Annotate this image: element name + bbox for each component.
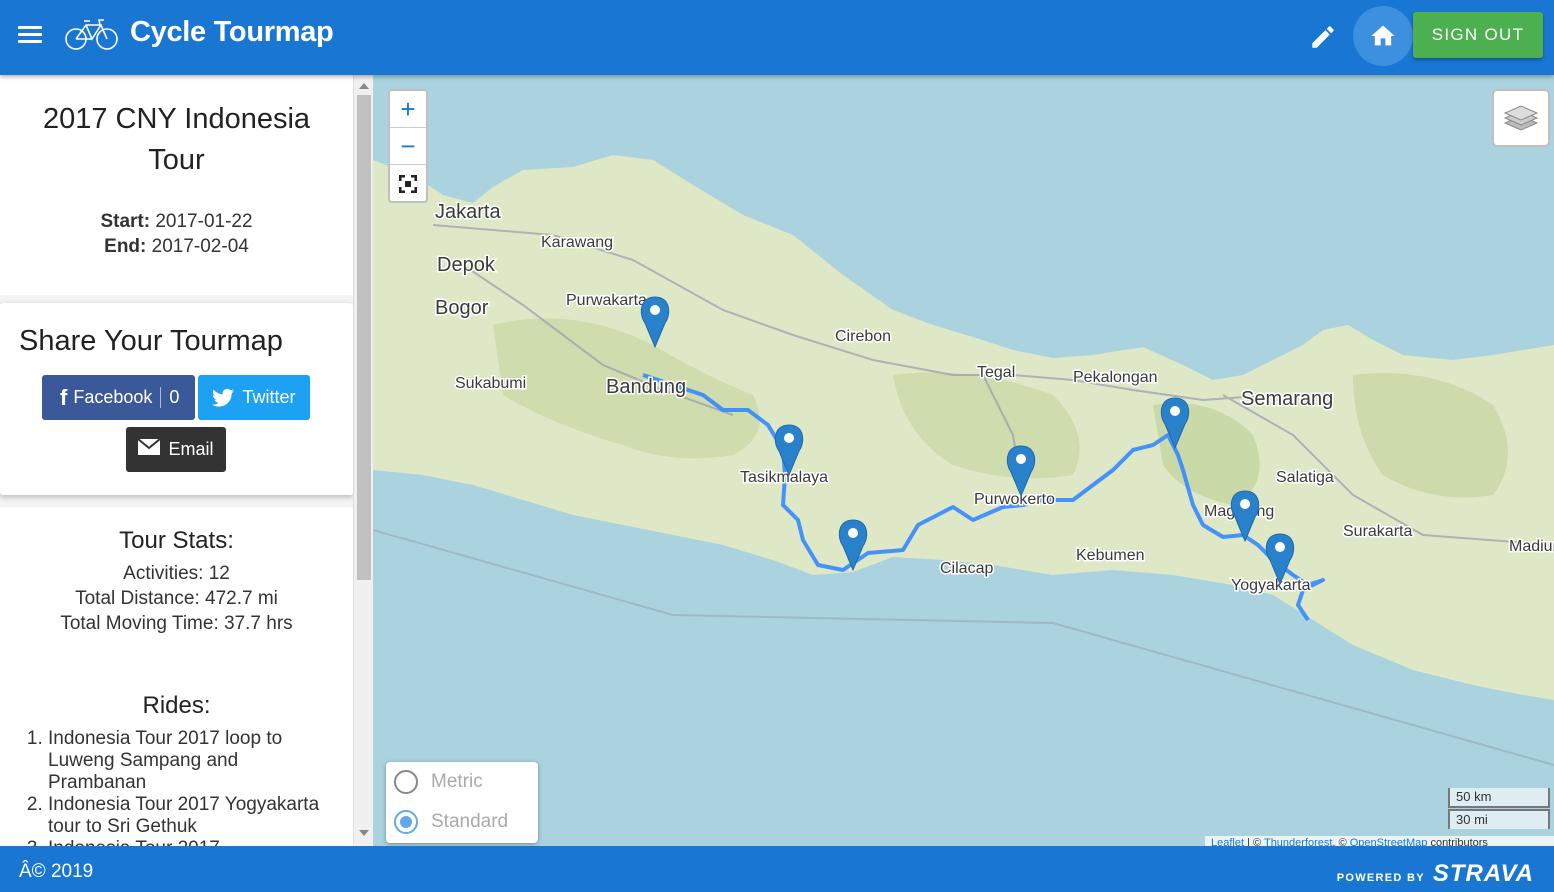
standard-option[interactable]: Standard (394, 808, 508, 836)
rides-list: Indonesia Tour 2017 loop to Luweng Sampa… (0, 728, 353, 846)
zoom-control: + − (388, 89, 428, 203)
place-label: Madiun (1509, 538, 1554, 555)
share-title: Share Your Tourmap (19, 325, 283, 357)
stat-distance: Total Distance: 472.7 mi (75, 588, 278, 609)
layers-icon (1503, 105, 1539, 131)
rides-title: Rides: (142, 692, 211, 719)
place-label: Tegal (977, 364, 1015, 381)
sidebar-scrollbar[interactable] (353, 75, 373, 846)
standard-radio[interactable] (394, 810, 418, 834)
footer: Â© 2019 POWERED BY STRAVA (0, 846, 1554, 892)
place-label: Tasikmalaya (740, 469, 828, 486)
place-label: Cirebon (835, 328, 891, 345)
app-title: Cycle Tourmap (130, 16, 334, 48)
place-label: Jakarta (435, 201, 501, 223)
place-label: Cilacap (940, 560, 993, 577)
menu-icon[interactable] (18, 22, 50, 50)
place-label: Purwakarta (566, 292, 647, 309)
place-label: Surakarta (1343, 523, 1412, 540)
sign-out-button[interactable]: SIGN OUT (1413, 12, 1543, 58)
zoom-in-button[interactable]: + (390, 91, 426, 128)
scroll-up-arrow-icon[interactable] (359, 83, 369, 89)
scale-bar-mi: 30 mi (1448, 809, 1550, 829)
copyright-text: Â© 2019 (19, 861, 94, 882)
email-share-button[interactable]: Email (126, 427, 226, 472)
twitter-label: Twitter (242, 387, 296, 407)
map-tiles: Jakarta Karawang Depok Bogor Purwakarta … (373, 155, 1554, 766)
ride-item[interactable]: Indonesia Tour 2017 Yogyakarta tour to S… (48, 794, 323, 838)
place-label: Yogyakarta (1231, 577, 1311, 594)
osm-link[interactable]: OpenStreetMap (1350, 837, 1428, 846)
edit-icon[interactable] (1304, 18, 1342, 56)
ride-item[interactable]: Indonesia Tour 2017 (48, 838, 323, 846)
place-label: Bogor (435, 297, 489, 319)
place-label: Pekalongan (1073, 369, 1158, 386)
map-attribution: Leaflet | © Thunderforest, © OpenStreetM… (1205, 836, 1554, 846)
thunderforest-link[interactable]: Thunderforest (1264, 837, 1332, 846)
stat-activities: Activities: 12 (123, 563, 230, 584)
scroll-thumb[interactable] (357, 95, 371, 580)
home-button[interactable] (1353, 6, 1413, 66)
tour-title: 2017 CNY Indonesia Tour (42, 103, 311, 176)
fullscreen-icon (399, 174, 417, 193)
metric-radio[interactable] (394, 770, 418, 794)
sidebar: 2017 CNY Indonesia Tour Start: 2017-01-2… (0, 75, 373, 846)
place-label: Karawang (541, 234, 613, 251)
place-label: Kebumen (1076, 547, 1145, 564)
share-panel: Share Your Tourmap f Facebook 0 Twitter … (0, 303, 353, 495)
place-label: Sukabumi (455, 375, 526, 392)
metric-option[interactable]: Metric (394, 768, 483, 796)
facebook-count: 0 (160, 387, 179, 408)
end-date: End: 2017-02-04 (104, 236, 249, 257)
place-label: Purwokerto (974, 491, 1055, 508)
place-label: Bandung (606, 376, 686, 398)
home-icon (1371, 25, 1395, 46)
stats-panel: Tour Stats: Activities: 12 Total Distanc… (0, 507, 353, 846)
strava-logo: STRAVA (1432, 860, 1534, 887)
email-label: Email (168, 439, 214, 459)
twitter-icon (212, 388, 235, 407)
scale-bar-km: 50 km (1448, 788, 1550, 808)
zoom-out-button[interactable]: − (390, 128, 426, 165)
tour-info-panel: 2017 CNY Indonesia Tour Start: 2017-01-2… (0, 75, 353, 295)
scroll-down-arrow-icon[interactable] (359, 830, 369, 836)
stat-moving-time: Total Moving Time: 37.7 hrs (60, 613, 293, 634)
facebook-share-button[interactable]: f Facebook 0 (42, 375, 195, 420)
ride-item[interactable]: Indonesia Tour 2017 loop to Luweng Sampa… (48, 728, 323, 794)
facebook-icon: f (60, 384, 68, 410)
stats-title: Tour Stats: (119, 527, 234, 554)
powered-by-strava[interactable]: POWERED BY STRAVA (1337, 860, 1534, 888)
place-label: Salatiga (1276, 469, 1334, 486)
envelope-icon (138, 438, 161, 455)
start-date: Start: 2017-01-22 (100, 211, 253, 232)
bicycle-icon (65, 19, 118, 50)
unit-selector: Metric Standard (386, 762, 538, 843)
place-label: Depok (437, 254, 496, 276)
twitter-share-button[interactable]: Twitter (198, 375, 310, 420)
fullscreen-button[interactable] (390, 165, 426, 202)
layers-button[interactable] (1492, 89, 1550, 147)
map-view[interactable]: Jakarta Karawang Depok Bogor Purwakarta … (373, 75, 1554, 846)
facebook-label: Facebook (73, 387, 153, 407)
leaflet-link[interactable]: Leaflet (1211, 837, 1244, 846)
app-header: Cycle Tourmap SIGN OUT (0, 0, 1554, 75)
place-label: Semarang (1241, 388, 1333, 410)
